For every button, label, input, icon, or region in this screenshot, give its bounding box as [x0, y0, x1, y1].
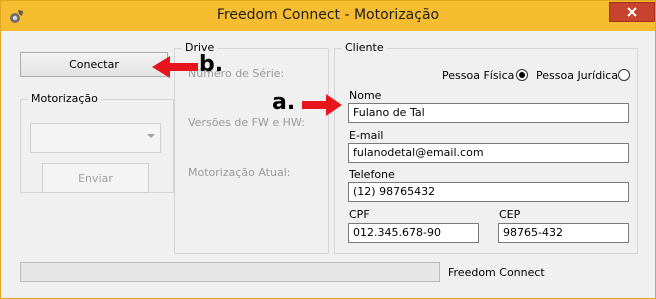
title-bar: Freedom Connect - Motorização	[1, 1, 655, 31]
telefone-label: Telefone	[349, 168, 395, 181]
motorizacao-group-title: Motorização	[28, 92, 101, 105]
nome-field[interactable]: Fulano de Tal	[348, 103, 629, 123]
status-text: Freedom Connect	[448, 266, 545, 279]
cep-field[interactable]: 98765-432	[498, 223, 629, 243]
radio-pessoa-fisica[interactable]	[516, 69, 528, 81]
window-title: Freedom Connect - Motorização	[216, 7, 440, 23]
connect-button[interactable]: Conectar	[20, 52, 168, 77]
send-button[interactable]: Enviar	[42, 163, 149, 193]
close-button[interactable]	[609, 2, 655, 22]
email-label: E-mail	[349, 129, 384, 142]
annotation-label-b: b.	[199, 52, 224, 77]
cpf-label: CPF	[349, 208, 370, 221]
telefone-field[interactable]: (12) 98765432	[348, 182, 629, 202]
current-motorization-label: Motorização Atual:	[188, 166, 291, 179]
nome-label: Nome	[349, 89, 382, 102]
radio-pessoa-fisica-label: Pessoa Física	[442, 69, 515, 82]
app-window: Freedom Connect - Motorização Conectar M…	[0, 0, 656, 299]
annotation-arrow-a	[302, 94, 342, 116]
close-icon	[627, 7, 637, 17]
cliente-group-title: Cliente	[342, 41, 387, 54]
motorizacao-combo[interactable]	[30, 123, 161, 153]
client-area: Conectar Motorização Enviar Drive Número…	[9, 31, 647, 290]
cep-label: CEP	[499, 208, 521, 221]
email-field[interactable]: fulanodetal@email.com	[348, 143, 629, 163]
cliente-group: Cliente Pessoa Física Pessoa Jurídica No…	[334, 41, 638, 254]
progress-bar	[20, 262, 440, 282]
motorizacao-group: Motorização Enviar	[20, 92, 174, 193]
fw-hw-versions-label: Versões de FW e HW:	[188, 116, 305, 129]
cpf-field[interactable]: 012.345.678-90	[348, 223, 479, 243]
radio-pessoa-juridica[interactable]	[618, 69, 630, 81]
radio-pessoa-juridica-label: Pessoa Jurídica	[536, 69, 619, 82]
chevron-down-icon	[147, 134, 155, 138]
annotation-label-a: a.	[272, 90, 296, 115]
annotation-arrow-b	[152, 56, 198, 78]
